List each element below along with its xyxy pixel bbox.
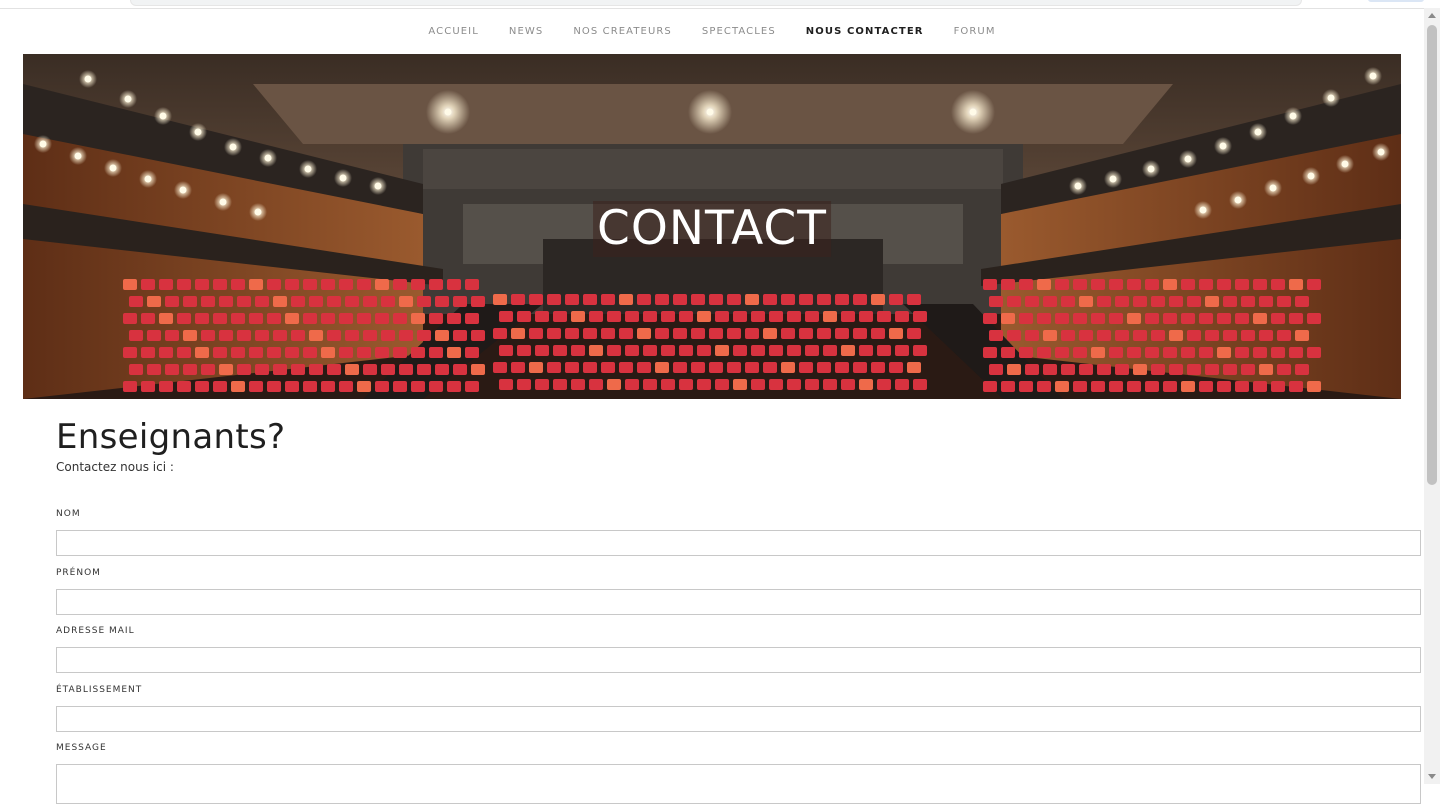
- nav-news[interactable]: NEWS: [509, 26, 543, 37]
- scroll-up-arrow-icon[interactable]: [1428, 13, 1436, 18]
- etablissement-label: ÉTABLISSEMENT: [56, 685, 143, 695]
- nom-label: NOM: [56, 509, 81, 519]
- page-subtitle: Contactez nous ici :: [56, 460, 174, 474]
- page-scrollbar[interactable]: [1424, 8, 1440, 784]
- hero-banner: CONTACT: [23, 54, 1401, 399]
- contact-intro: Enseignants? Contactez nous ici :: [56, 414, 1423, 474]
- email-label: ADRESSE MAIL: [56, 626, 135, 636]
- email-input[interactable]: [56, 647, 1421, 673]
- browser-action-button[interactable]: [1368, 0, 1424, 2]
- etablissement-input[interactable]: [56, 706, 1421, 732]
- scrollbar-thumb[interactable]: [1427, 25, 1437, 485]
- page-heading: Enseignants?: [56, 417, 286, 457]
- message-label: MESSAGE: [56, 743, 107, 753]
- message-textarea[interactable]: [56, 764, 1421, 804]
- address-bar[interactable]: [130, 0, 1302, 6]
- nav-forum[interactable]: FORUM: [954, 26, 996, 37]
- hero-title: CONTACT: [593, 201, 831, 257]
- nom-input[interactable]: [56, 530, 1421, 556]
- nav-spectacles[interactable]: SPECTACLES: [702, 26, 776, 37]
- prenom-input[interactable]: [56, 589, 1421, 615]
- nav-accueil[interactable]: ACCUEIL: [428, 26, 479, 37]
- main-navigation: ACCUEIL NEWS NOS CREATEURS SPECTACLES NO…: [0, 8, 1424, 54]
- nav-nous-contacter[interactable]: NOUS CONTACTER: [806, 26, 924, 37]
- scroll-down-arrow-icon[interactable]: [1428, 774, 1436, 779]
- prenom-label: PRÉNOM: [56, 568, 101, 578]
- nav-nos-createurs[interactable]: NOS CREATEURS: [573, 26, 672, 37]
